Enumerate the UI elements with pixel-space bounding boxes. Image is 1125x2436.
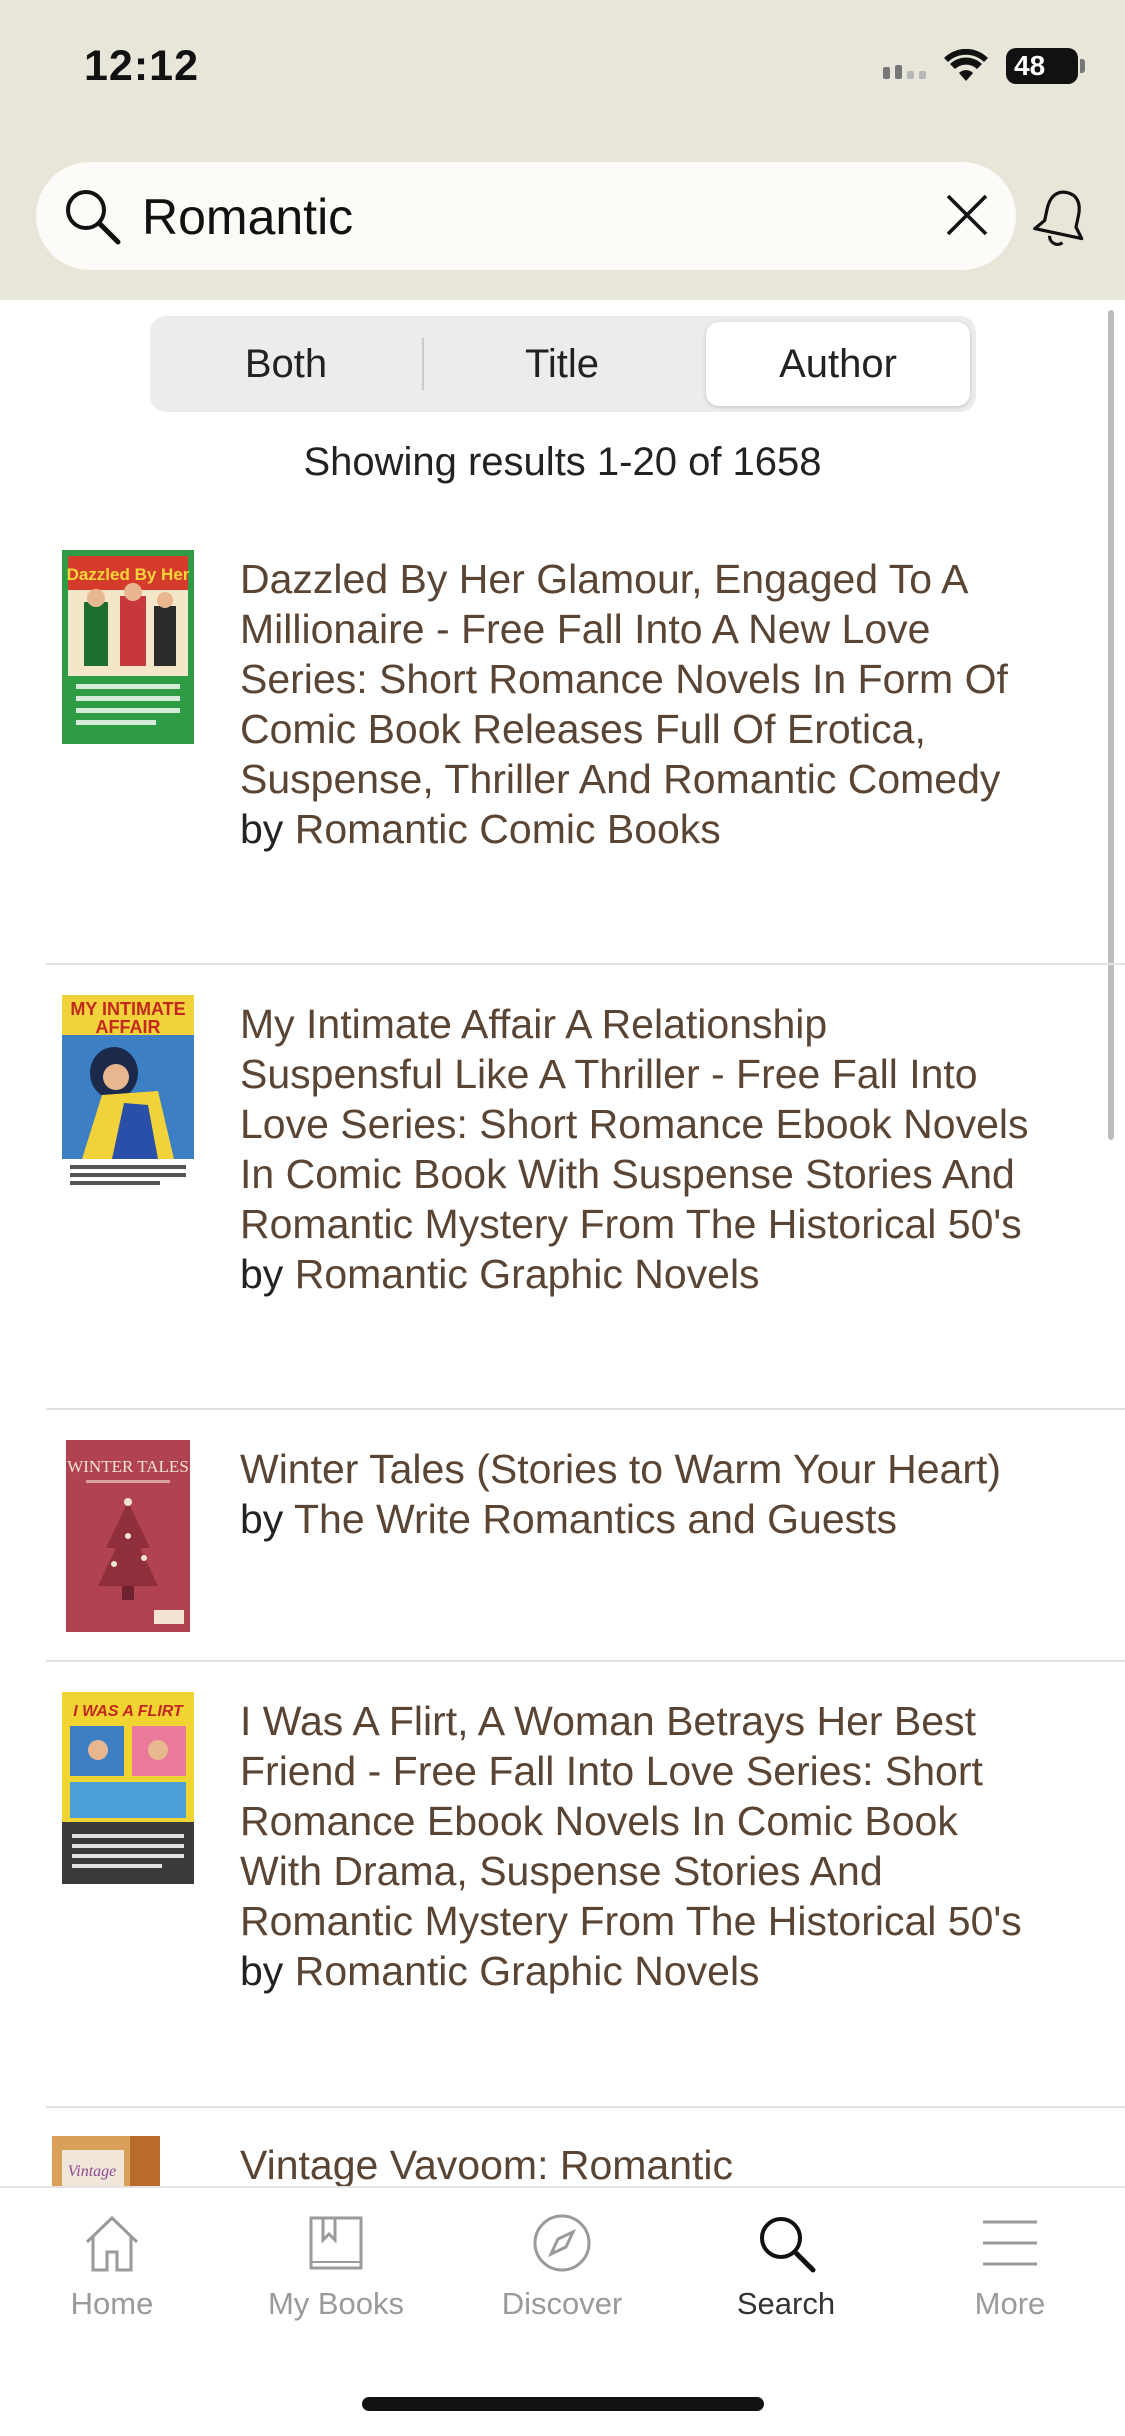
tab-label-discover: Discover <box>501 2286 623 2321</box>
svg-text:Vintage: Vintage <box>68 2163 117 2180</box>
signal-icon <box>883 53 926 79</box>
bell-icon[interactable] <box>1032 186 1092 248</box>
book-title[interactable]: My Intimate Affair A Relationship Suspen… <box>240 999 1040 1249</box>
book-title[interactable]: Dazzled By Her Glamour, Engaged To A Mil… <box>240 554 1040 804</box>
book-result[interactable]: Dazzled By Her Dazzled By Her Glamour, E… <box>46 550 1114 920</box>
book-author[interactable]: Romantic Graphic Novels <box>295 1251 760 1297</box>
svg-text:AFFAIR: AFFAIR <box>96 1017 161 1037</box>
by-label: by <box>240 1948 284 1994</box>
tab-my-books[interactable]: My Books <box>246 2212 426 2322</box>
book-result[interactable]: MY INTIMATE AFFAIR My Intimate Affair A … <box>46 995 1114 1365</box>
divider <box>46 1408 1125 1410</box>
status-time: 12:12 <box>84 42 199 90</box>
segment-title[interactable]: Title <box>426 322 698 406</box>
search-bar[interactable]: Romantic <box>36 162 1016 270</box>
home-icon <box>85 2215 139 2272</box>
tab-label-more: More <box>974 2286 1046 2321</box>
divider <box>46 2106 1125 2108</box>
book-author[interactable]: The Write Romantics and Guests <box>294 1496 897 1542</box>
book-cover[interactable]: MY INTIMATE AFFAIR <box>62 995 194 1189</box>
book-result[interactable]: Vintage Vintage Vavoom: Romantic <box>46 2136 1114 2186</box>
header: 12:12 48 Romantic <box>0 0 1125 300</box>
svg-text:WINTER TALES: WINTER TALES <box>67 1457 189 1476</box>
results-count: Showing results 1-20 of 1658 <box>303 440 822 484</box>
book-info[interactable]: My Intimate Affair A Relationship Suspen… <box>240 999 1040 1299</box>
tab-more[interactable]: More <box>920 2212 1100 2322</box>
book-cover[interactable]: Vintage <box>52 2136 160 2186</box>
book-info[interactable]: I Was A Flirt, A Woman Betrays Her Best … <box>240 1696 1040 1996</box>
wifi-icon <box>944 49 988 81</box>
book-title[interactable]: I Was A Flirt, A Woman Betrays Her Best … <box>240 1696 1040 1946</box>
book-result[interactable]: I WAS A FLIRT I Was A Flirt, A Woman Bet… <box>46 1692 1114 2062</box>
compass-icon <box>533 2214 591 2272</box>
search-icon <box>760 2217 816 2273</box>
book-title[interactable]: Winter Tales (Stories to Warm Your Heart… <box>240 1444 1040 1494</box>
book-icon <box>309 2216 363 2270</box>
segment-both[interactable]: Both <box>150 322 422 406</box>
divider <box>46 1660 1125 1662</box>
tab-label-my-books: My Books <box>267 2286 405 2321</box>
battery-icon: 48 <box>1006 48 1085 84</box>
book-info[interactable]: Winter Tales (Stories to Warm Your Heart… <box>240 1444 1040 1544</box>
book-author[interactable]: Romantic Comic Books <box>295 806 721 852</box>
segment-divider <box>422 338 424 390</box>
search-input[interactable]: Romantic <box>142 188 353 246</box>
by-label: by <box>240 1496 284 1542</box>
svg-text:I WAS A FLIRT: I WAS A FLIRT <box>73 1703 184 1720</box>
book-title[interactable]: Vintage Vavoom: Romantic <box>240 2140 1040 2186</box>
home-indicator[interactable] <box>362 2397 764 2411</box>
by-label: by <box>240 1251 284 1297</box>
close-icon[interactable] <box>942 190 992 240</box>
segment-author[interactable]: Author <box>706 322 970 406</box>
tab-search[interactable]: Search <box>696 2212 876 2322</box>
battery-level: 48 <box>1014 50 1046 81</box>
book-info[interactable]: Dazzled By Her Glamour, Engaged To A Mil… <box>240 554 1040 854</box>
book-cover[interactable]: I WAS A FLIRT <box>62 1692 194 1884</box>
book-author[interactable]: Romantic Graphic Novels <box>295 1948 760 1994</box>
menu-icon <box>983 2220 1037 2266</box>
book-info[interactable]: Vintage Vavoom: Romantic <box>240 2140 1040 2186</box>
divider <box>46 963 1125 965</box>
book-cover[interactable]: WINTER TALES <box>66 1440 190 1632</box>
tab-label-search: Search <box>736 2286 836 2321</box>
svg-text:Dazzled By Her: Dazzled By Her <box>67 565 190 584</box>
search-icon <box>66 190 121 245</box>
search-scope-control[interactable]: Both Title Author <box>150 316 976 412</box>
book-cover[interactable]: Dazzled By Her <box>62 550 194 744</box>
svg-text:MY INTIMATE: MY INTIMATE <box>70 999 185 1019</box>
by-label: by <box>240 806 284 852</box>
status-icons: 48 <box>883 48 1085 84</box>
tab-discover[interactable]: Discover <box>472 2212 652 2322</box>
tab-label-home: Home <box>70 2286 154 2321</box>
book-result[interactable]: WINTER TALES Winter Tales (Stories to Wa… <box>46 1440 1114 1640</box>
tab-home[interactable]: Home <box>22 2212 202 2322</box>
